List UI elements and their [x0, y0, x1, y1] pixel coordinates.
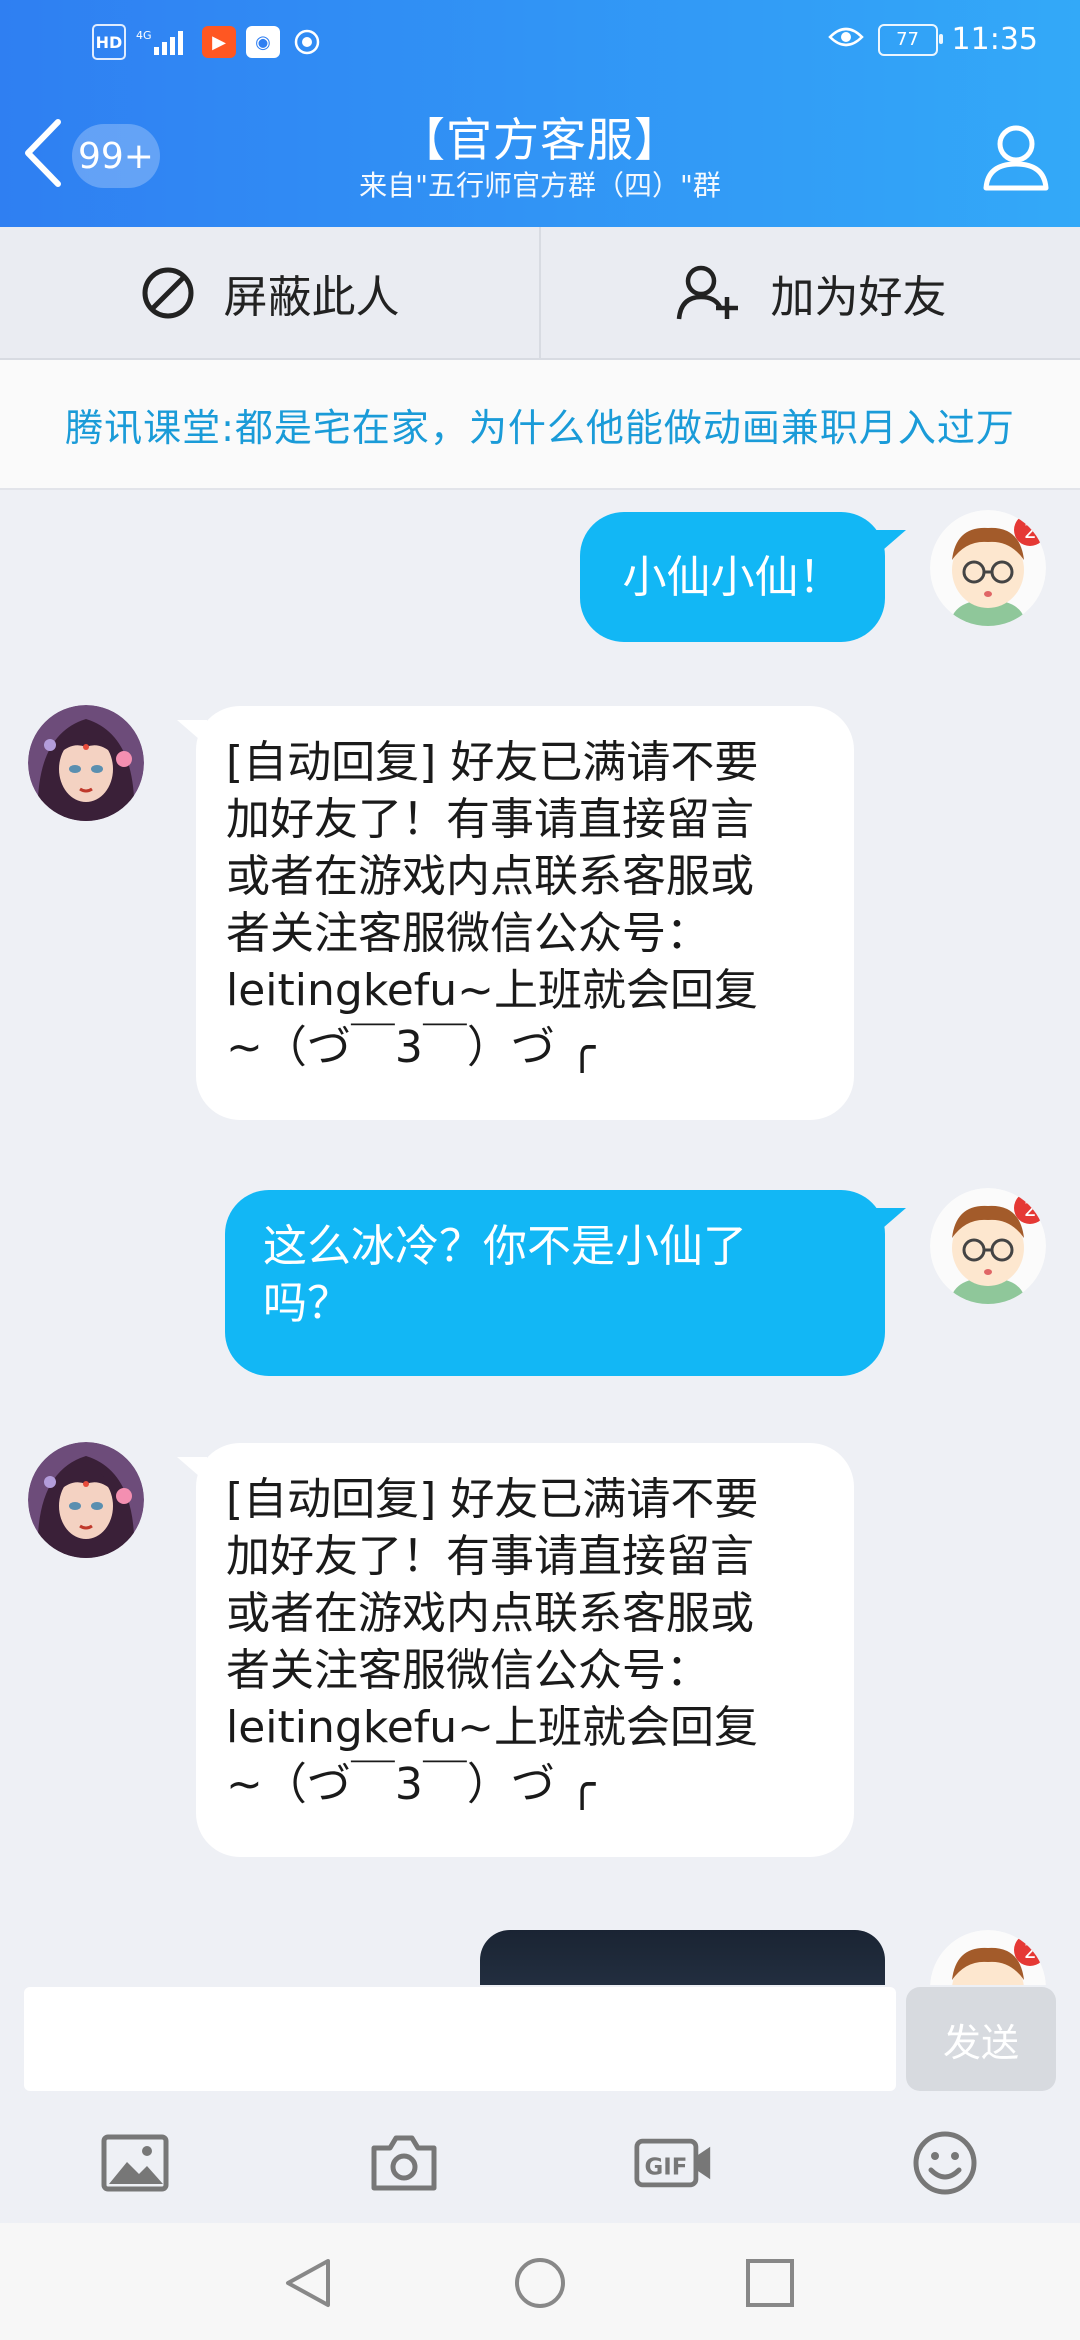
input-toolbar: GIF [0, 2105, 1080, 2223]
header: HD 4G ▶ ◉ 77 11:35 99+ 【官方客服】 来自"五行师官方群（… [0, 0, 1080, 227]
emoji-button[interactable] [905, 2127, 985, 2199]
settings-notification-icon [290, 26, 324, 58]
message-line: leitingkefu~上班就会回复 [226, 965, 759, 1016]
battery-icon: 77 [877, 23, 943, 56]
status-icons-right: 77 11:35 [827, 22, 1038, 57]
message-line: 或者在游戏内点联系客服或 [226, 851, 754, 902]
message-input[interactable] [24, 1987, 896, 2091]
service-avatar[interactable] [28, 705, 144, 821]
home-nav-icon[interactable] [512, 2255, 568, 2311]
my-avatar[interactable]: 2 [930, 1930, 1046, 1985]
person-icon [983, 125, 1049, 191]
chat-title: 【官方客服】 [399, 113, 681, 167]
message-line: 者关注客服微信公众号： [226, 1645, 710, 1696]
message-line: 吗？ [263, 1278, 351, 1329]
image-icon [101, 2134, 169, 2192]
add-friend-button[interactable]: 加为好友 [539, 227, 1080, 358]
svg-text:2: 2 [1024, 1197, 1037, 1221]
status-icons-left: HD 4G ▶ ◉ [92, 24, 324, 60]
message-line: 或者在游戏内点联系客服或 [226, 1588, 754, 1639]
svg-text:GIF: GIF [644, 2154, 687, 2180]
input-bar: 发送 [0, 1985, 1080, 2105]
battery-level: 77 [896, 29, 919, 50]
signal-icon: 4G [136, 26, 192, 58]
cartoon-avatar-icon: 2 [930, 1188, 1046, 1304]
message-line: ~（づ￣3￣）づ ╭ [226, 1759, 596, 1810]
emoji-icon [913, 2131, 977, 2195]
camera-icon [371, 2135, 437, 2191]
app-notification-icon: ◉ [246, 26, 280, 58]
bubble-tail [876, 1208, 906, 1234]
block-icon [142, 267, 193, 318]
hd-icon: HD [92, 24, 126, 60]
message-bubble-incoming[interactable]: [自动回复] 好友已满请不要 加好友了！有事请直接留言 或者在游戏内点联系客服或… [196, 706, 854, 1120]
add-friend-icon [676, 265, 738, 319]
gif-button[interactable]: GIF [634, 2127, 714, 2199]
clock: 11:35 [951, 22, 1038, 57]
status-bar: HD 4G ▶ ◉ 77 11:35 [0, 0, 1080, 90]
network-type: 4G [136, 29, 152, 42]
message-line: 加好友了！有事请直接留言 [226, 1531, 754, 1582]
system-nav-bar [0, 2223, 1080, 2340]
svg-text:2: 2 [1024, 1939, 1037, 1963]
profile-button[interactable] [980, 120, 1052, 192]
my-avatar[interactable]: 2 [930, 510, 1046, 626]
ad-banner[interactable]: 腾讯课堂:都是宅在家，为什么他能做动画兼职月入过万 [0, 360, 1080, 490]
add-friend-label: 加为好友 [770, 271, 947, 323]
cartoon-avatar-icon: 2 [930, 510, 1046, 626]
message-line: 者关注客服微信公众号： [226, 908, 710, 959]
eye-comfort-icon [827, 22, 864, 57]
anime-girl-avatar-icon [28, 705, 144, 821]
cartoon-avatar-icon: 2 [930, 1930, 1046, 1985]
message-line: [自动回复] 好友已满请不要 [226, 1474, 759, 1525]
svg-text:2: 2 [1024, 519, 1037, 543]
block-user-label: 屏蔽此人 [223, 271, 400, 323]
anime-girl-avatar-icon [28, 1442, 144, 1558]
message-bubble-outgoing[interactable]: 这么冰冷？你不是小仙了 吗？ [225, 1190, 885, 1376]
message-line: leitingkefu~上班就会回复 [226, 1702, 759, 1753]
send-button[interactable]: 发送 [906, 1987, 1056, 2091]
my-avatar[interactable]: 2 [930, 1188, 1046, 1304]
message-bubble-incoming[interactable]: [自动回复] 好友已满请不要 加好友了！有事请直接留言 或者在游戏内点联系客服或… [196, 1443, 854, 1857]
message-line: 这么冰冷？你不是小仙了 [263, 1221, 747, 1272]
service-avatar[interactable] [28, 1442, 144, 1558]
message-text: 小仙小仙！ [622, 551, 843, 603]
action-bar: 屏蔽此人 加为好友 [0, 227, 1080, 360]
message-line: ~（づ￣3￣）づ ╭ [226, 1022, 596, 1073]
chat-messages: 小仙小仙！ 2 [自动回复] 好友已满请不要 加好友了！有事请直接留言 或者在游… [0, 490, 1080, 1985]
recents-nav-icon[interactable] [742, 2255, 798, 2311]
bubble-tail [876, 530, 906, 556]
block-user-button[interactable]: 屏蔽此人 [0, 227, 539, 358]
video-app-icon: ▶ [202, 26, 236, 58]
message-image-outgoing[interactable] [480, 1930, 885, 1985]
message-bubble-outgoing[interactable]: 小仙小仙！ [580, 512, 885, 642]
camera-button[interactable] [364, 2127, 444, 2199]
back-nav-icon[interactable] [280, 2255, 336, 2311]
message-line: [自动回复] 好友已满请不要 [226, 737, 759, 788]
chat-subtitle: 来自"五行师官方群（四）"群 [359, 169, 721, 202]
gif-icon: GIF [634, 2138, 711, 2188]
image-button[interactable] [95, 2127, 175, 2199]
message-line: 加好友了！有事请直接留言 [226, 794, 754, 845]
chat-title-block: 【官方客服】 来自"五行师官方群（四）"群 [0, 112, 1080, 204]
